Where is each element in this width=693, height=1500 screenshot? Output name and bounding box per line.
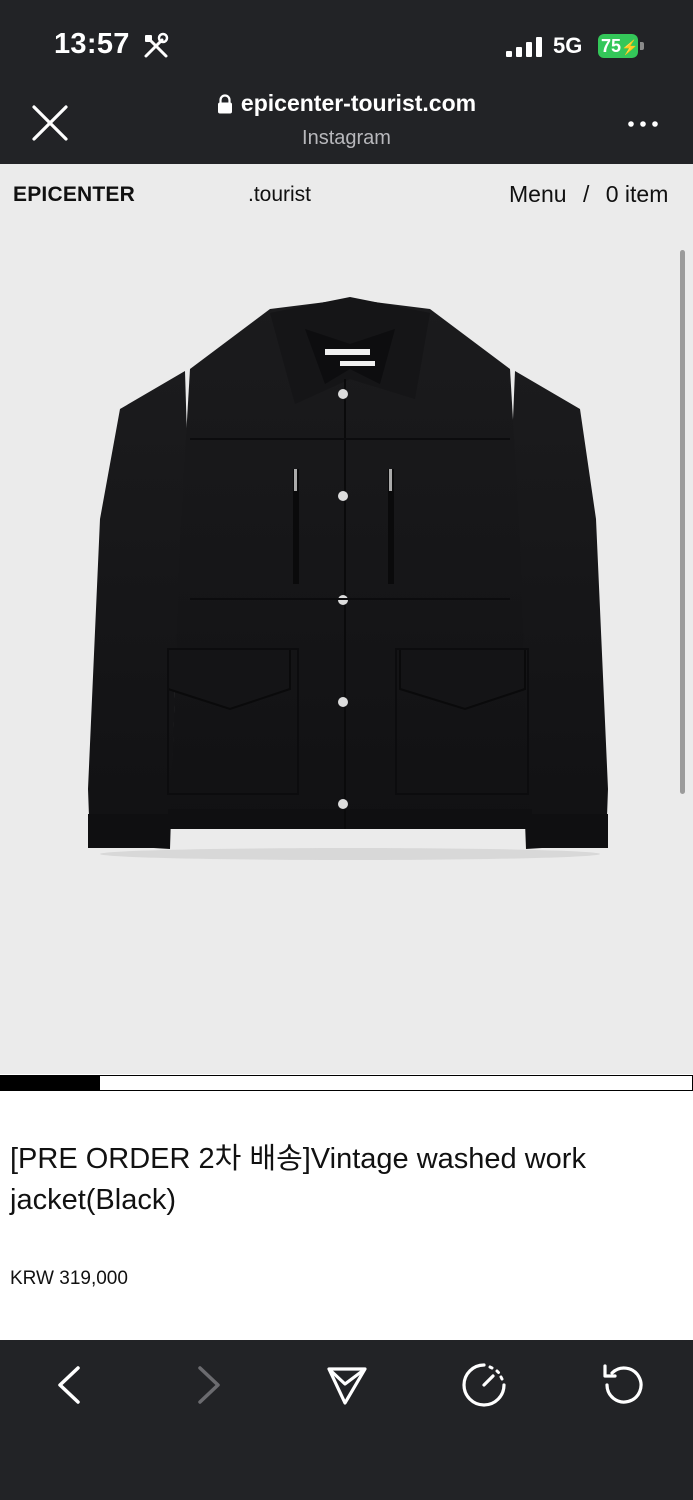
signal-icon [506,37,542,57]
reload-icon[interactable] [597,1360,647,1410]
referrer-source: Instagram [302,126,391,149]
brand-suffix[interactable]: .tourist [248,183,311,207]
tools-icon [144,32,169,58]
gallery-progress[interactable] [0,1075,693,1091]
browser-toolbar: epicenter-tourist.com Instagram [0,90,693,164]
status-time: 13:57 [54,28,130,60]
network-type: 5G [553,33,583,58]
product-title: [PRE ORDER 2차 배송]Vintage washed work jac… [10,1143,586,1216]
scrollbar[interactable] [680,250,685,794]
browser-bottom-bar [0,1340,693,1500]
address-bar[interactable]: epicenter-tourist.com [217,90,476,117]
address-area[interactable]: epicenter-tourist.com Instagram [0,90,693,150]
product-gallery-area: EPICENTER .tourist Menu / 0 item [0,164,693,1074]
speed-icon[interactable] [459,1360,509,1410]
forward-icon[interactable] [183,1360,233,1410]
back-icon[interactable] [45,1360,95,1410]
product-price: KRW 319,000 [10,1268,128,1289]
nav-separator: / [582,181,590,207]
progress-fill [0,1075,100,1091]
brand-logo[interactable]: EPICENTER [13,183,135,207]
battery-level: 75⚡ [601,36,639,56]
lock-icon [217,93,232,113]
progress-track [0,1075,693,1091]
cart-link[interactable]: 0 item [606,181,669,207]
battery-indicator: 75⚡ [598,34,644,58]
url-text: epicenter-tourist.com [240,90,477,116]
product-image[interactable] [80,289,620,864]
status-bar: 13:57 5G 75⚡ [0,0,693,90]
menu-link[interactable]: Menu [509,181,567,207]
header-nav: Menu / 0 item [509,181,668,208]
more-icon[interactable] [626,114,660,134]
share-icon[interactable] [321,1360,371,1410]
battery-cap [640,42,644,50]
